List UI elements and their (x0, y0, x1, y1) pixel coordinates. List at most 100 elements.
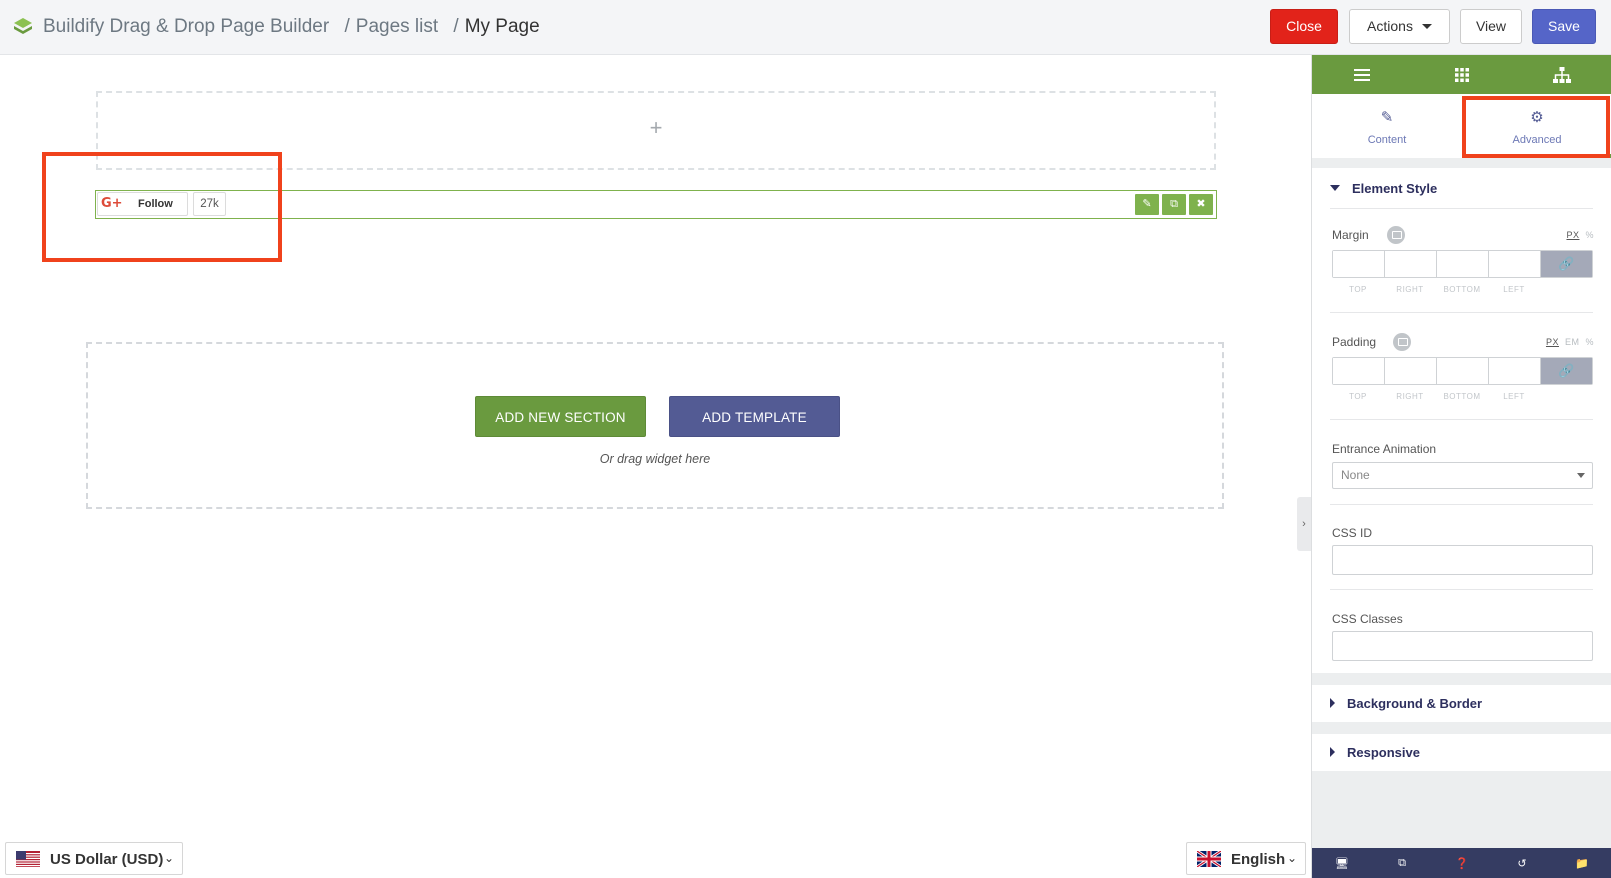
panel-footer-toolbar: 🖥 ⧉ ❓ ↺ 📁 (1312, 848, 1611, 878)
margin-right-input[interactable] (1385, 251, 1437, 277)
caret-down-icon (1330, 185, 1340, 191)
us-flag-icon (16, 851, 40, 867)
tab-content-label: Content (1367, 134, 1407, 146)
dim-label-top: TOP (1349, 285, 1367, 294)
dim-label-bottom: BOTTOM (1443, 285, 1481, 294)
add-element-plus-icon[interactable]: + (98, 115, 1214, 141)
navigator-icon[interactable]: ⧉ (1392, 857, 1412, 870)
dim-label-right: RIGHT (1396, 392, 1424, 401)
folder-icon[interactable]: 📁 (1572, 857, 1592, 870)
collapse-panel-chevron-right-icon[interactable]: › (1297, 497, 1311, 551)
css-classes-label: CSS Classes (1332, 612, 1403, 626)
view-button[interactable]: View (1460, 9, 1522, 44)
background-border-title: Background & Border (1347, 696, 1483, 711)
padding-bottom-input[interactable] (1437, 358, 1489, 384)
dim-label-left: LEFT (1503, 285, 1525, 294)
save-button[interactable]: Save (1532, 9, 1596, 44)
chevron-down-icon: ⌄ (163, 851, 174, 865)
margin-top-input[interactable] (1333, 251, 1385, 277)
responsive-title: Responsive (1347, 745, 1420, 760)
breadcrumb-app-title[interactable]: Buildify Drag & Drop Page Builder (43, 16, 329, 37)
responsive-header[interactable]: Responsive (1330, 745, 1420, 760)
responsive-device-icon[interactable] (1387, 226, 1405, 244)
css-classes-input[interactable] (1332, 631, 1593, 661)
caret-right-icon (1330, 747, 1335, 757)
widget-toolbar: ✎ ⧉ ✖ (1135, 194, 1213, 215)
link-values-icon[interactable]: 🔗 (1541, 251, 1592, 277)
background-border-section[interactable]: Background & Border (1312, 685, 1611, 722)
close-button[interactable]: Close (1270, 9, 1338, 44)
element-style-header[interactable]: Element Style (1330, 181, 1437, 196)
pencil-icon: ✎ (1380, 109, 1394, 126)
padding-top-input[interactable] (1333, 358, 1385, 384)
caret-right-icon (1330, 698, 1335, 708)
grid-apps-icon[interactable] (1452, 65, 1472, 85)
sitemap-icon[interactable] (1552, 65, 1572, 85)
padding-label: Padding (1332, 335, 1377, 349)
css-id-label: CSS ID (1332, 526, 1373, 540)
element-style-title: Element Style (1352, 181, 1438, 196)
breadcrumb: Buildify Drag & Drop Page Builder / Pages… (43, 16, 540, 38)
margin-bottom-input[interactable] (1437, 251, 1489, 277)
element-style-section: Element Style Margin PX% 🔗 TOP RIGHT BOT… (1312, 168, 1611, 673)
padding-left-input[interactable] (1489, 358, 1541, 384)
drag-widget-hint: Or drag widget here (599, 452, 711, 466)
unit-px[interactable]: PX (1546, 337, 1559, 347)
responsive-section[interactable]: Responsive (1312, 734, 1611, 771)
editor-side-panel: ✎ Content ⚙ Advanced Element Style Margi… (1311, 55, 1611, 878)
breadcrumb-pages-list[interactable]: Pages list (356, 16, 438, 37)
caret-down-icon (1577, 473, 1585, 478)
add-new-section-button[interactable]: ADD NEW SECTION (475, 396, 646, 437)
padding-units: PX EM% (1546, 337, 1594, 347)
padding-right-input[interactable] (1385, 358, 1437, 384)
entrance-animation-select[interactable]: None (1332, 462, 1593, 489)
delete-widget-close-icon[interactable]: ✖ (1189, 194, 1213, 215)
link-values-icon[interactable]: 🔗 (1541, 358, 1592, 384)
add-section-dropzone[interactable]: ADD NEW SECTION ADD TEMPLATE Or drag wid… (86, 342, 1224, 509)
margin-left-input[interactable] (1489, 251, 1541, 277)
caret-down-icon (1421, 24, 1432, 29)
background-border-header[interactable]: Background & Border (1330, 696, 1482, 711)
language-label: English (1231, 851, 1286, 868)
actions-dropdown-button[interactable]: Actions (1349, 9, 1450, 44)
language-selector[interactable]: English ⌄ (1186, 842, 1306, 875)
dim-label-top: TOP (1349, 392, 1367, 401)
divider (1330, 589, 1593, 590)
dim-label-right: RIGHT (1396, 285, 1424, 294)
edit-widget-pencil-icon[interactable]: ✎ (1135, 194, 1159, 215)
entrance-animation-label: Entrance Animation (1332, 442, 1437, 456)
currency-selector[interactable]: US Dollar (USD) ⌄ (5, 842, 183, 875)
desktop-icon[interactable]: 🖥 (1332, 857, 1352, 870)
unit-percent[interactable]: % (1585, 337, 1594, 347)
panel-header (1312, 55, 1611, 94)
breadcrumb-separator: / (453, 16, 459, 37)
margin-label: Margin (1332, 228, 1369, 242)
unit-em[interactable]: EM (1565, 337, 1580, 347)
css-id-input[interactable] (1332, 545, 1593, 575)
breadcrumb-separator: / (344, 16, 350, 37)
margin-inputs: 🔗 (1332, 250, 1593, 278)
history-icon[interactable]: ↺ (1512, 857, 1532, 870)
padding-dim-labels: TOP RIGHT BOTTOM LEFT (1332, 392, 1541, 401)
chevron-down-icon: ⌄ (1286, 851, 1297, 865)
uk-flag-icon (1197, 851, 1221, 867)
add-template-button[interactable]: ADD TEMPLATE (669, 396, 840, 437)
help-icon[interactable]: ❓ (1452, 857, 1472, 870)
unit-percent[interactable]: % (1585, 230, 1594, 240)
divider (1330, 208, 1593, 209)
margin-units: PX% (1566, 230, 1594, 240)
responsive-device-icon[interactable] (1393, 333, 1411, 351)
dim-label-bottom: BOTTOM (1443, 392, 1481, 401)
entrance-animation-value: None (1341, 468, 1370, 482)
annotation-highlight-widget (42, 152, 282, 262)
breadcrumb-current-page: My Page (464, 16, 540, 37)
currency-label: US Dollar (USD) (50, 851, 164, 868)
actions-label: Actions (1367, 18, 1413, 34)
unit-px[interactable]: PX (1566, 230, 1579, 240)
tab-content[interactable]: ✎ Content (1312, 94, 1462, 158)
divider (1330, 312, 1593, 313)
margin-dim-labels: TOP RIGHT BOTTOM LEFT (1332, 285, 1541, 294)
hamburger-menu-icon[interactable] (1352, 65, 1372, 85)
top-bar: Buildify Drag & Drop Page Builder / Pages… (0, 0, 1611, 55)
duplicate-widget-icon[interactable]: ⧉ (1162, 194, 1186, 215)
